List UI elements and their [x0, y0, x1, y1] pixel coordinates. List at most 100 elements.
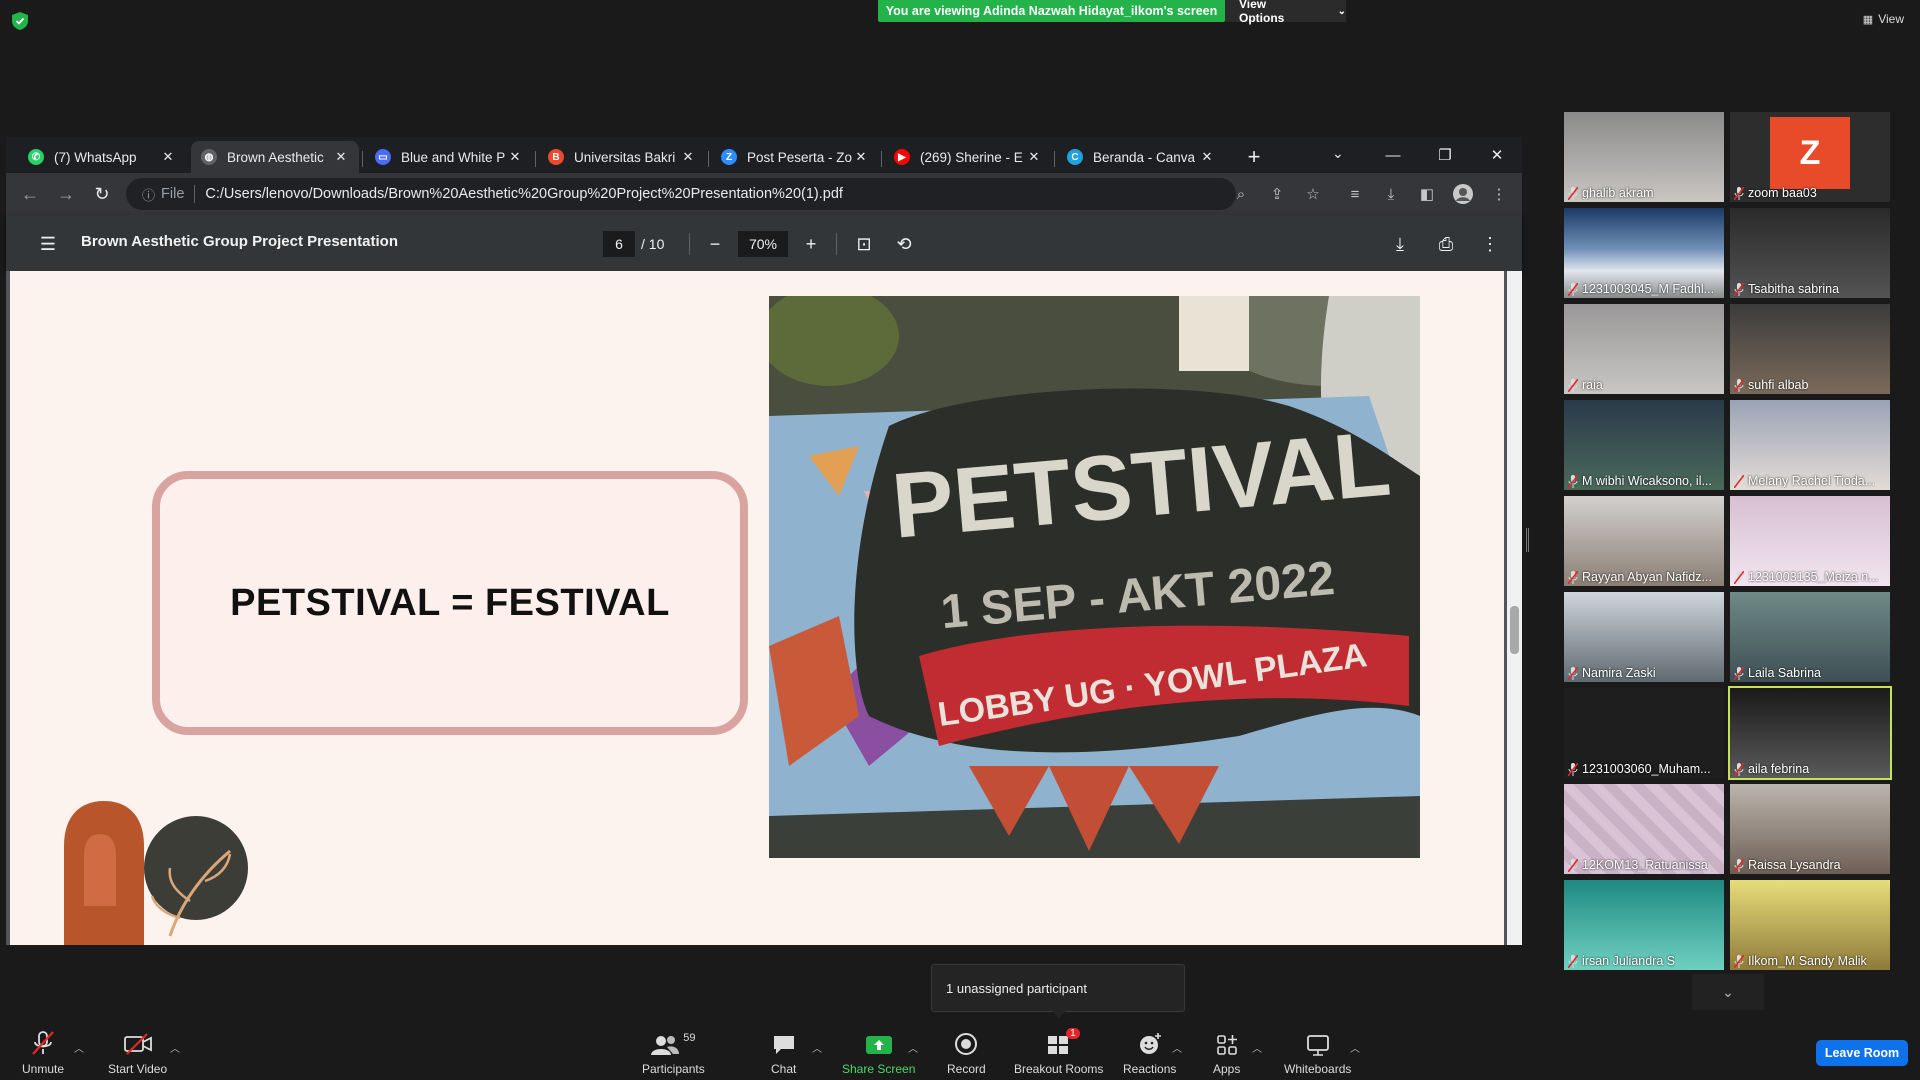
leave-room-button[interactable]: Leave Room — [1816, 1040, 1908, 1066]
tab-close-icon[interactable]: ✕ — [1199, 149, 1215, 165]
restore-button[interactable]: ❐ — [1420, 137, 1470, 173]
browser-tab[interactable]: ▶ (269) Sherine - E ✕ — [884, 141, 1052, 173]
participant-tile[interactable]: raia — [1564, 304, 1724, 394]
participant-tile[interactable]: irsan Juliandra S — [1564, 880, 1724, 970]
tab-close-icon[interactable]: ✕ — [333, 149, 349, 165]
bookmark-star-icon[interactable]: ☆ — [1302, 183, 1324, 205]
decorative-plant-illustration — [64, 801, 248, 945]
gallery-resize-handle[interactable] — [1526, 528, 1529, 552]
view-button[interactable]: ▦ View — [1863, 12, 1904, 26]
participant-tile[interactable]: 1231003060_Muham... — [1564, 688, 1724, 778]
profile-avatar-icon[interactable] — [1452, 183, 1474, 205]
slide-text-box: PETSTIVAL = FESTIVAL — [152, 471, 748, 735]
muted-mic-icon — [1568, 954, 1578, 968]
participant-tile[interactable]: 12KOM13_Ratuanissa — [1564, 784, 1724, 874]
participant-tile[interactable]: Raissa Lysandra — [1730, 784, 1890, 874]
chrome-menu-icon[interactable]: ⋮ — [1488, 183, 1510, 205]
browser-tab[interactable]: ▭ Blue and White P ✕ — [365, 141, 533, 173]
reload-icon[interactable]: ↻ — [88, 180, 116, 208]
participant-tile[interactable]: 1231003135_Meiza n... — [1730, 496, 1890, 586]
breakout-rooms-button[interactable]: 1 Breakout Rooms — [1014, 1028, 1103, 1076]
fit-page-icon[interactable]: ⊡ — [852, 232, 876, 256]
close-window-button[interactable]: ✕ — [1472, 137, 1522, 173]
whiteboards-options-chevron-icon[interactable]: ︿ — [1350, 1040, 1360, 1055]
participant-tile[interactable]: suhfi albab — [1730, 304, 1890, 394]
viewing-screen-banner: You are viewing Adinda Nazwah Hidayat_il… — [878, 0, 1225, 22]
chat-options-chevron-icon[interactable]: ︿ — [812, 1040, 822, 1055]
participant-name-text: 1231003135_Meiza n... — [1748, 570, 1879, 584]
tab-close-icon[interactable]: ✕ — [853, 149, 869, 165]
participant-tile[interactable]: Melany Rachel Tioda... — [1730, 400, 1890, 490]
tab-search-icon[interactable]: ⌄ — [1332, 145, 1344, 162]
share-options-chevron-icon[interactable]: ︿ — [908, 1040, 918, 1055]
tab-close-icon[interactable]: ✕ — [507, 149, 523, 165]
audio-options-chevron-icon[interactable]: ︿ — [74, 1040, 84, 1055]
info-icon[interactable]: ⓘ — [142, 185, 155, 204]
pdf-viewport[interactable]: PETSTIVAL = FESTIVAL PETSTIVAL 1 SEP - A… — [6, 271, 1522, 945]
record-button[interactable]: Record — [947, 1030, 986, 1076]
participant-tile[interactable]: Tsabitha sabrina — [1730, 208, 1890, 298]
participant-name: 1231003135_Meiza n... — [1734, 570, 1879, 584]
participants-button[interactable]: 59 Participants — [642, 1030, 705, 1076]
side-panel-icon[interactable]: ◧ — [1416, 183, 1438, 205]
pdf-download-icon[interactable]: ⤓ — [1388, 232, 1412, 256]
muted-mic-icon — [1734, 858, 1744, 872]
participant-tile[interactable]: Rayyan Abyan Nafidz... — [1564, 496, 1724, 586]
participant-tile[interactable]: 1231003045_M Fadhl... — [1564, 208, 1724, 298]
rotate-icon[interactable]: ⟲ — [892, 232, 916, 256]
unassigned-participant-tooltip[interactable]: 1 unassigned participant — [931, 964, 1185, 1012]
page-number-input[interactable]: 6 — [603, 231, 635, 257]
hamburger-menu-icon[interactable]: ☰ — [36, 232, 60, 256]
tab-close-icon[interactable]: ✕ — [680, 149, 696, 165]
apps-options-chevron-icon[interactable]: ︿ — [1252, 1040, 1262, 1055]
participant-tile[interactable]: Laila Sabrina — [1730, 592, 1890, 682]
video-options-chevron-icon[interactable]: ︿ — [170, 1040, 180, 1055]
tab-close-icon[interactable]: ✕ — [160, 149, 176, 165]
encryption-shield-icon[interactable] — [12, 12, 28, 30]
reactions-button[interactable]: Reactions — [1123, 1030, 1176, 1076]
media-control-icon[interactable]: ≡ — [1344, 183, 1366, 205]
back-icon[interactable]: ← — [16, 180, 44, 208]
tab-close-icon[interactable]: ✕ — [1026, 149, 1042, 165]
apps-button[interactable]: Apps — [1213, 1030, 1240, 1076]
unmute-button[interactable]: Unmute — [22, 1030, 64, 1076]
participant-tile[interactable]: Ilkom_M Sandy Malik — [1730, 880, 1890, 970]
url-text[interactable]: C:/Users/lenovo/Downloads/Brown%20Aesthe… — [205, 186, 843, 202]
view-options-button[interactable]: View Options ⌄ — [1225, 0, 1346, 25]
participants-icon: 59 — [651, 1030, 695, 1056]
tab-divider — [362, 151, 363, 167]
forward-icon[interactable]: → — [52, 180, 80, 208]
new-tab-button[interactable]: + — [1240, 143, 1268, 171]
participant-tile[interactable]: Zzoom baa03 — [1730, 112, 1890, 202]
pdf-scrollbar-thumb[interactable] — [1510, 606, 1519, 654]
browser-tab[interactable]: C Beranda - Canva ✕ — [1057, 141, 1225, 173]
zoom-in-icon[interactable]: + — [799, 232, 823, 256]
participant-tile[interactable]: aila febrina — [1728, 686, 1892, 780]
download-icon[interactable]: ⤓ — [1380, 183, 1402, 205]
participant-tile[interactable]: M wibhi Wicaksono, il... — [1564, 400, 1724, 490]
browser-tab[interactable]: B Universitas Bakri ✕ — [538, 141, 706, 173]
share-screen-button[interactable]: Share Screen — [842, 1030, 915, 1076]
participant-name: ghalib akram — [1568, 186, 1654, 200]
chat-button[interactable]: Chat — [771, 1030, 796, 1076]
whiteboards-button[interactable]: Whiteboards — [1284, 1030, 1351, 1076]
print-icon[interactable]: ⎙ — [1434, 232, 1458, 256]
reactions-options-chevron-icon[interactable]: ︿ — [1172, 1040, 1182, 1055]
minimize-button[interactable]: — — [1368, 137, 1418, 173]
participant-tile[interactable]: ghalib akram — [1564, 112, 1724, 202]
view-options-label: View Options — [1239, 0, 1285, 25]
share-icon[interactable]: ⇪ — [1266, 183, 1288, 205]
address-bar[interactable]: ⓘ File C:/Users/lenovo/Downloads/Brown%2… — [126, 178, 1236, 210]
browser-tab[interactable]: ✆ (7) WhatsApp ✕ — [18, 141, 186, 173]
zoom-level-input[interactable]: 70% — [738, 231, 788, 257]
browser-tab[interactable]: Z Post Peserta - Zo ✕ — [711, 141, 879, 173]
participant-tile[interactable]: Namira Zaski — [1564, 592, 1724, 682]
participants-label: Participants — [642, 1062, 705, 1076]
gallery-next-page-button[interactable]: ⌄ — [1692, 974, 1764, 1010]
start-video-button[interactable]: Start Video — [108, 1030, 167, 1076]
pdf-more-icon[interactable]: ⋮ — [1478, 232, 1502, 256]
zoom-magnifier-icon[interactable]: ⌕ — [1230, 183, 1252, 205]
tab-favicon-icon: ▶ — [894, 149, 910, 165]
browser-tab[interactable]: ◍ Brown Aesthetic ✕ — [191, 141, 359, 173]
zoom-out-icon[interactable]: − — [703, 232, 727, 256]
